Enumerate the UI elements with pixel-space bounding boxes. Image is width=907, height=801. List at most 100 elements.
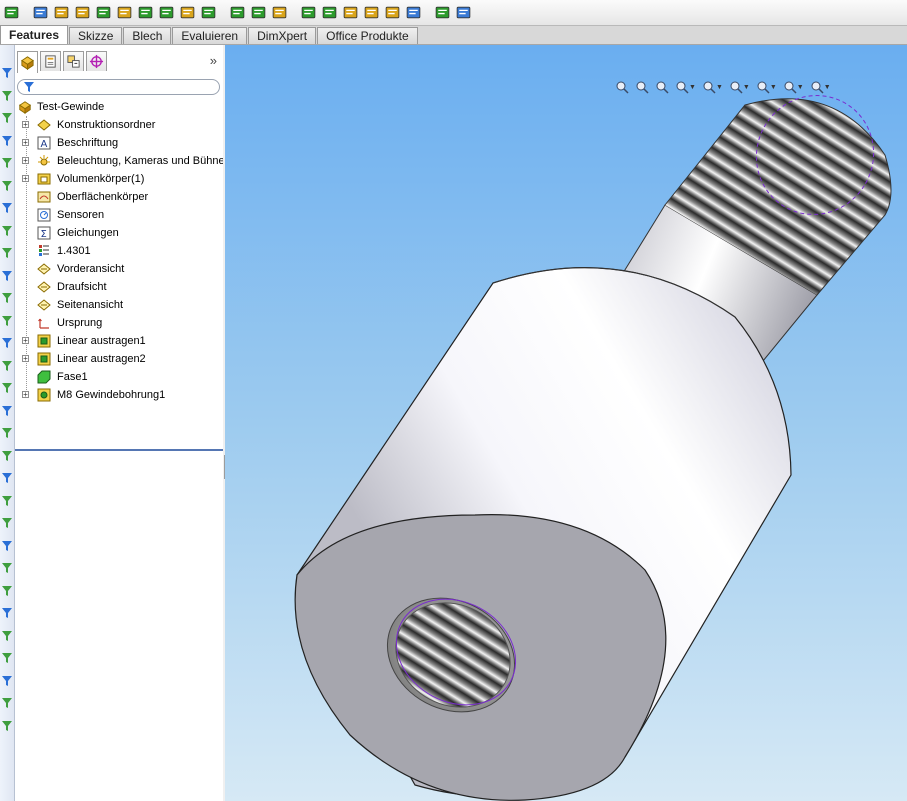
command-strip-icon[interactable] bbox=[1, 495, 13, 507]
tree-item-volumenkörper-1[interactable]: + Volumenkörper(1) bbox=[15, 170, 223, 188]
instant3d-icon bbox=[456, 6, 471, 19]
command-strip-icon[interactable] bbox=[1, 517, 13, 529]
graphics-viewport[interactable]: ▼ ▼ ▼ ▼ ▼ ▼ bbox=[225, 45, 907, 801]
command-strip-icon[interactable] bbox=[1, 90, 13, 102]
tree-item-konstruktionsordner[interactable]: + Konstruktionsordner bbox=[15, 116, 223, 134]
command-strip-icon[interactable] bbox=[1, 225, 13, 237]
cut-loft-button[interactable] bbox=[178, 3, 197, 22]
tree-item-draufsicht[interactable]: Draufsicht bbox=[15, 278, 223, 296]
command-strip-icon[interactable] bbox=[1, 315, 13, 327]
command-strip-icon[interactable] bbox=[1, 157, 13, 169]
command-strip-icon[interactable] bbox=[1, 630, 13, 642]
expand-toggle-icon[interactable]: + bbox=[22, 157, 29, 165]
command-strip-icon[interactable] bbox=[1, 292, 13, 304]
shell-button[interactable] bbox=[320, 3, 339, 22]
tree-item-linear-austragen2[interactable]: + Linear austragen2 bbox=[15, 350, 223, 368]
command-strip-icon[interactable] bbox=[1, 585, 13, 597]
tab-evaluieren[interactable]: Evaluieren bbox=[172, 27, 248, 44]
command-strip-icon[interactable] bbox=[1, 337, 13, 349]
command-strip-icon[interactable] bbox=[1, 697, 13, 709]
part-model[interactable] bbox=[225, 45, 907, 801]
fillet-button[interactable] bbox=[199, 3, 218, 22]
command-strip-icon[interactable] bbox=[1, 405, 13, 417]
move-button[interactable] bbox=[31, 3, 50, 22]
command-strip-icon[interactable] bbox=[1, 135, 13, 147]
tree-item-beleuchtung-kameras-und-bühne[interactable]: + Beleuchtung, Kameras und Bühne bbox=[15, 152, 225, 170]
tree-filter-input[interactable] bbox=[17, 79, 220, 95]
cut-sweep-button[interactable] bbox=[157, 3, 176, 22]
command-strip-icon[interactable] bbox=[1, 202, 13, 214]
tree-item-oberflächenkörper[interactable]: Oberflächenkörper bbox=[15, 188, 223, 206]
command-strip-icon[interactable] bbox=[1, 540, 13, 552]
toolbar-separator bbox=[23, 3, 29, 22]
featuremanager-tab[interactable] bbox=[17, 51, 38, 73]
tree-item-sensoren[interactable]: Sensoren bbox=[15, 206, 223, 224]
tree-root[interactable]: Test-Gewinde bbox=[15, 98, 223, 116]
curves-button[interactable] bbox=[433, 3, 452, 22]
instant3d-button[interactable] bbox=[454, 3, 473, 22]
command-strip-icon[interactable] bbox=[1, 562, 13, 574]
command-strip-icon[interactable] bbox=[1, 180, 13, 192]
boss-extrude-button[interactable] bbox=[2, 3, 21, 22]
command-strip-icon[interactable] bbox=[1, 382, 13, 394]
intersect-button[interactable] bbox=[383, 3, 402, 22]
reference-geometry-button[interactable] bbox=[404, 3, 423, 22]
cut-extrude-button[interactable] bbox=[94, 3, 113, 22]
tree-item-gleichungen[interactable]: Σ Gleichungen bbox=[15, 224, 223, 242]
command-strip-icon[interactable] bbox=[1, 720, 13, 732]
command-strip-icon[interactable] bbox=[1, 652, 13, 664]
tree-item-beschriftung[interactable]: + A Beschriftung bbox=[15, 134, 223, 152]
tab-skizze[interactable]: Skizze bbox=[69, 27, 123, 44]
tree-item-linear-austragen1[interactable]: + Linear austragen1 bbox=[15, 332, 223, 350]
expand-toggle-icon[interactable]: + bbox=[22, 121, 29, 129]
tree-item-1-4301[interactable]: 1.4301 bbox=[15, 242, 223, 260]
tab-blech[interactable]: Blech bbox=[123, 27, 172, 44]
command-strip-icon[interactable] bbox=[1, 360, 13, 372]
command-strip-icon[interactable] bbox=[1, 607, 13, 619]
vertical-command-strip bbox=[0, 45, 15, 801]
command-strip-icon[interactable] bbox=[1, 427, 13, 439]
command-strip-icon[interactable] bbox=[1, 675, 13, 687]
command-strip-icon[interactable] bbox=[1, 112, 13, 124]
tree-item-m8-gewindebohrung1[interactable]: + M8 Gewindebohrung1 bbox=[15, 386, 223, 404]
tab-features[interactable]: Features bbox=[0, 25, 69, 44]
expand-toggle-icon[interactable]: + bbox=[22, 355, 29, 363]
tree-root-label: Test-Gewinde bbox=[37, 101, 105, 113]
expand-toggle-icon[interactable]: + bbox=[22, 139, 29, 147]
sweep-button[interactable] bbox=[73, 3, 92, 22]
dome-button[interactable] bbox=[362, 3, 381, 22]
tab-office-produkte[interactable]: Office Produkte bbox=[317, 27, 418, 44]
tree-item-vorderansicht[interactable]: Vorderansicht bbox=[15, 260, 223, 278]
rollback-bar[interactable] bbox=[15, 449, 223, 451]
cut-revolve-button[interactable] bbox=[136, 3, 155, 22]
revolve-button[interactable] bbox=[52, 3, 71, 22]
draft-button[interactable] bbox=[299, 3, 318, 22]
linear-pattern-button[interactable] bbox=[249, 3, 268, 22]
tree-item-fase1[interactable]: Fase1 bbox=[15, 368, 223, 386]
svg-text:A: A bbox=[41, 139, 48, 150]
dimxpert-manager-tab[interactable] bbox=[86, 51, 107, 71]
command-strip-icon[interactable] bbox=[1, 247, 13, 259]
wrap-button[interactable] bbox=[341, 3, 360, 22]
expand-toggle-icon[interactable]: + bbox=[22, 337, 29, 345]
command-strip-icon[interactable] bbox=[1, 472, 13, 484]
cut-extrude-icon bbox=[96, 6, 111, 19]
hole-wizard-button[interactable] bbox=[115, 3, 134, 22]
tree-item-ursprung[interactable]: Ursprung bbox=[15, 314, 223, 332]
command-strip-icon[interactable] bbox=[1, 450, 13, 462]
feature-tree: Test-Gewinde + Konstruktionsordner + A Besch… bbox=[15, 98, 225, 404]
configurationmanager-tab[interactable] bbox=[63, 51, 84, 71]
command-strip-icon[interactable] bbox=[1, 67, 13, 79]
tree-item-seitenansicht[interactable]: Seitenansicht bbox=[15, 296, 223, 314]
command-strip-icon[interactable] bbox=[1, 270, 13, 282]
expand-toggle-icon[interactable]: + bbox=[22, 391, 29, 399]
expand-toggle-icon[interactable]: + bbox=[22, 175, 29, 183]
toolbar-separator bbox=[291, 3, 297, 22]
chamfer-button[interactable] bbox=[228, 3, 247, 22]
panel-expand-chevron-icon[interactable]: » bbox=[210, 53, 217, 68]
tree-item-label: Linear austragen2 bbox=[57, 353, 146, 365]
rib-button[interactable] bbox=[270, 3, 289, 22]
tab-dimxpert[interactable]: DimXpert bbox=[248, 27, 317, 44]
propertymanager-tab[interactable] bbox=[40, 51, 61, 71]
part-icon bbox=[18, 100, 32, 114]
